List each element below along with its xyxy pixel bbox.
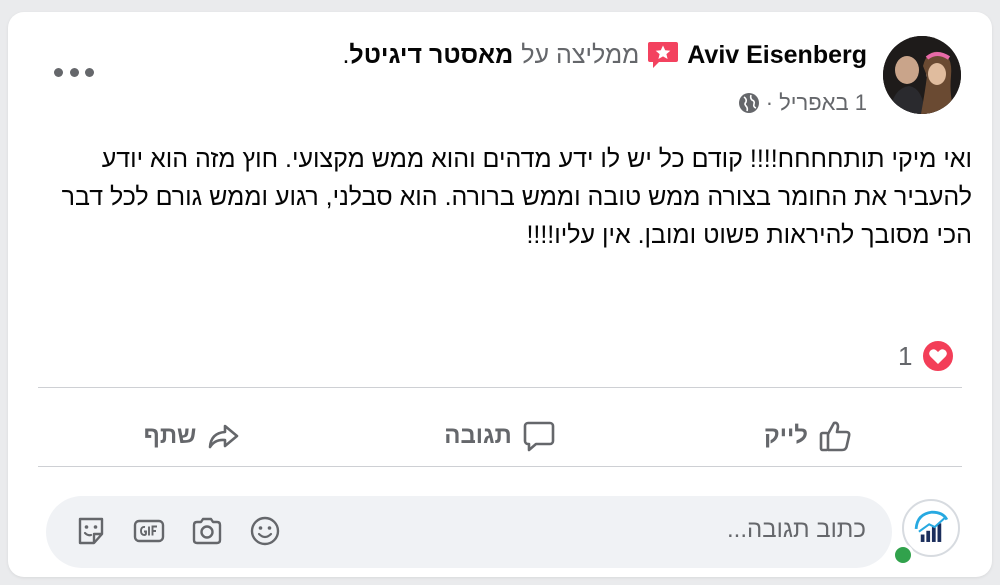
comment-input[interactable]: כתוב תגובה... — [46, 496, 892, 568]
love-reaction-icon — [920, 338, 956, 374]
dot-icon — [69, 67, 79, 77]
post-date[interactable]: 1 באפריל — [779, 90, 867, 116]
divider-bottom — [38, 466, 962, 467]
recommend-star-icon — [647, 40, 679, 70]
recommended-page-name[interactable]: מאסטר דיגיטל — [349, 41, 513, 69]
like-label: לייק — [764, 422, 808, 449]
comment-label: תגובה — [444, 422, 512, 449]
speech-bubble-icon — [522, 419, 556, 453]
comment-placeholder: כתוב תגובה... — [727, 516, 866, 543]
dot-icon — [54, 67, 63, 77]
sticker-icon[interactable] — [74, 514, 108, 548]
camera-icon[interactable] — [190, 514, 224, 548]
dot-icon — [85, 67, 94, 77]
online-status-indicator — [892, 544, 914, 566]
gif-icon[interactable] — [132, 514, 166, 548]
review-post-card: Aviv Eisenberg ממליצה על מאסטר דיגיטל. 1… — [8, 12, 992, 577]
share-label: שתף — [143, 422, 197, 449]
post-meta: 1 באפריל · — [738, 90, 867, 116]
reactions-summary[interactable]: 1 — [898, 338, 956, 374]
post-body-text: ואי מיקי תותחחחח!!!! קודם כל יש לו ידע מ… — [61, 145, 972, 249]
globe-icon — [738, 92, 760, 114]
reaction-count: 1 — [898, 340, 913, 371]
comment-tools — [74, 514, 282, 548]
share-arrow-icon — [206, 419, 240, 453]
more-options-button[interactable] — [54, 64, 94, 80]
author-avatar[interactable] — [883, 36, 961, 114]
smiley-icon[interactable] — [248, 514, 282, 548]
divider-top — [38, 387, 962, 388]
recommends-text: ממליצה על — [521, 40, 640, 69]
meta-separator: · — [765, 90, 774, 115]
thumbs-up-icon — [818, 419, 852, 453]
author-name[interactable]: Aviv Eisenberg — [687, 41, 867, 70]
post-header: Aviv Eisenberg ממליצה על מאסטר דיגיטל. — [342, 40, 867, 70]
